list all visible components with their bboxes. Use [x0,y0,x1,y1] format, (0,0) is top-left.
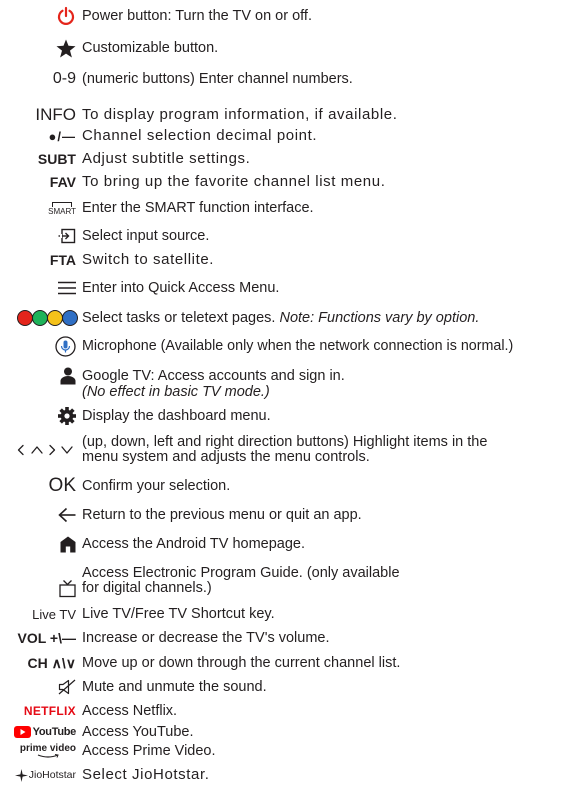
menu-icon [58,279,76,297]
list-item: Select tasks or teletext pages. Note: Fu… [0,308,563,328]
item-description: Switch to satellite. [82,251,215,268]
list-item: JioHotstar Select JioHotstar. [0,766,563,784]
item-description: Select input source. [82,228,210,244]
list-item: 0-9 (numeric buttons) Enter channel numb… [0,69,563,89]
list-item: FAV To bring up the favorite channel lis… [0,173,563,191]
item-description: To display program information, if avail… [82,106,398,123]
list-item: Access the Android TV homepage. [0,534,563,554]
item-description: (numeric buttons) Enter channel numbers. [82,71,353,87]
green-button-icon [32,310,48,326]
item-description: (up, down, left and right direction butt… [82,434,488,450]
item-description: Microphone (Available only when the netw… [82,338,514,354]
list-item: Google TV: Access accounts and sign in. … [0,365,563,401]
list-item: Live TV Live TV/Free TV Shortcut key. [0,604,563,624]
item-description: Access Netflix. [82,703,178,719]
item-description: Access the Android TV homepage. [82,536,306,552]
star-icon [56,38,76,58]
yellow-button-icon [47,310,63,326]
item-description: Access Prime Video. [82,743,216,759]
item-description: Enter the SMART function interface. [82,200,314,216]
jiohotstar-icon: JioHotstar [14,766,76,784]
item-description: Access Electronic Program Guide. (only a… [82,565,400,581]
list-item: NETFLIX Access Netflix. [0,702,563,720]
list-item: VOL +\— Increase or decrease the TV's vo… [0,628,563,648]
item-description-cont: menu system and adjusts the menu control… [82,449,370,465]
fav-icon: FAV [49,174,76,190]
item-description: Customizable button. [82,40,219,56]
item-description: Move up or down through the current chan… [82,655,401,671]
home-icon [60,534,76,554]
item-description: Live TV/Free TV Shortcut key. [82,606,275,622]
epg-icon [59,562,76,598]
item-note: (No effect in basic TV mode.) [82,384,270,400]
item-description: To bring up the favorite channel list me… [82,173,386,190]
info-icon: INFO [35,105,76,124]
list-item: SUBT Adjust subtitle settings. [0,150,563,168]
red-button-icon [17,310,33,326]
list-item: Power button: Turn the TV on or off. [0,6,563,26]
color-buttons-icon [17,308,78,328]
subt-icon: SUBT [37,151,76,167]
netflix-icon: NETFLIX [23,704,76,718]
list-item: Display the dashboard menu. [0,406,563,426]
item-description: Increase or decrease the TV's volume. [82,630,330,646]
livetv-icon: Live TV [32,606,76,622]
direction-icon [17,432,79,468]
list-item: SMART Enter the SMART function interface… [0,197,563,219]
item-description: Adjust subtitle settings. [82,150,251,167]
list-item: Select input source. [0,226,563,246]
list-item: INFO To display program information, if … [0,105,563,125]
volume-icon: VOL +\— [17,630,76,646]
list-item: OK Confirm your selection. [0,475,563,497]
jiohotstar-label: JioHotstar [28,769,76,781]
back-icon [58,505,76,525]
power-icon [56,6,76,26]
list-item: (up, down, left and right direction butt… [0,432,563,468]
item-description: Google TV: Access accounts and sign in. [82,368,345,384]
microphone-icon [55,335,76,357]
item-description: Display the dashboard menu. [82,408,271,424]
list-item: CH ∧\∨ Move up or down through the curre… [0,653,563,673]
list-item: Microphone (Available only when the netw… [0,335,563,357]
list-item: YouTube Access YouTube. [0,723,563,741]
fta-icon: FTA [49,252,76,268]
smart-label: SMART [48,206,76,216]
prime-video-icon: prime video [20,743,76,763]
list-item: Access Electronic Program Guide. (only a… [0,562,563,598]
item-description: Mute and unmute the sound. [82,679,267,695]
list-item: FTA Switch to satellite. [0,251,563,269]
item-description: Enter into Quick Access Menu. [82,280,280,296]
mute-icon [58,677,76,697]
list-item: Mute and unmute the sound. [0,677,563,697]
blue-button-icon [62,310,78,326]
smart-icon: SMART [48,197,76,219]
user-icon [60,365,76,387]
ok-icon: OK [48,475,76,496]
list-item: prime video Access Prime Video. [0,743,563,763]
numeric-icon: 0-9 [52,70,76,87]
prime-video-label: prime video [19,743,76,754]
item-description: Select JioHotstar. [82,766,210,783]
item-note: Note: Functions vary by option. [279,310,480,326]
channel-icon: CH ∧\∨ [27,654,77,671]
gear-icon [58,406,76,426]
item-description: Confirm your selection. [82,478,231,494]
list-item: Return to the previous menu or quit an a… [0,505,563,525]
item-description-cont: for digital channels.) [82,580,212,596]
list-item: Customizable button. [0,38,563,58]
item-description: Access YouTube. [82,724,194,740]
item-description: Power button: Turn the TV on or off. [82,8,312,24]
item-description: Channel selection decimal point. [82,127,318,144]
item-description: Select tasks or teletext pages. Note: Fu… [82,310,559,326]
list-item: ●/— Channel selection decimal point. [0,127,563,145]
youtube-icon: YouTube [13,723,77,741]
item-text: Select tasks or teletext pages. [82,310,276,326]
list-item: Enter into Quick Access Menu. [0,279,563,297]
input-source-icon [58,226,76,246]
youtube-label: YouTube [32,726,77,738]
item-description: Return to the previous menu or quit an a… [82,507,362,523]
dot-dash-icon: ●/— [49,127,76,145]
dot-dash-label: ●/— [48,128,76,144]
